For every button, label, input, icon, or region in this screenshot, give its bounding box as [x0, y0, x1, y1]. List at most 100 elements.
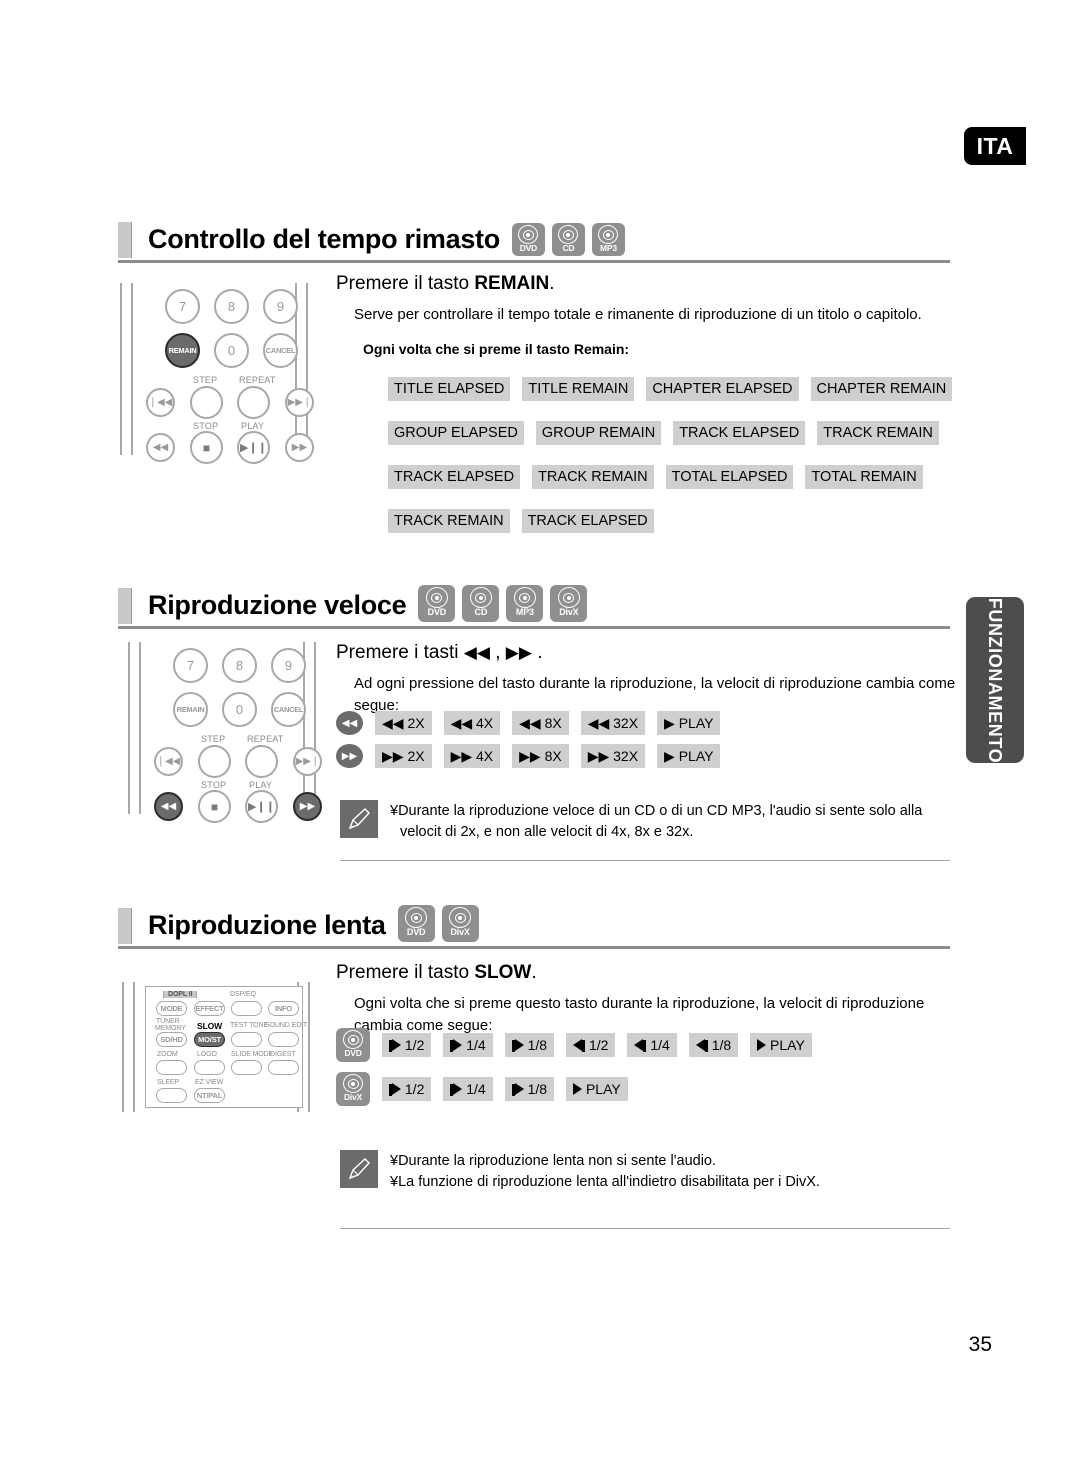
divx-disc-icon: DivX	[550, 585, 588, 622]
forward-button-icon: ▶▶	[336, 744, 363, 768]
button-sleep[interactable]	[156, 1088, 187, 1103]
key-remain[interactable]: REMAIN	[173, 692, 208, 727]
chip-group-remain: GROUP REMAIN	[535, 421, 662, 445]
chip-group-elapsed: GROUP ELAPSED	[388, 421, 524, 445]
button-sound-edit[interactable]	[268, 1032, 299, 1047]
key-rewind[interactable]: ◀◀	[146, 433, 175, 462]
slow-lead: Premere il tasto SLOW.	[336, 960, 956, 986]
section-slow-playback: Riproduzione lenta DVD DivX	[118, 898, 950, 949]
key-7[interactable]: 7	[173, 648, 208, 683]
label-memory: MEMORY	[155, 1025, 186, 1032]
chip-divx-slow-play: PLAY	[566, 1077, 628, 1101]
label-play: PLAY	[249, 780, 273, 790]
button-slide-mode[interactable]	[231, 1060, 262, 1075]
key-stop[interactable]: ■	[198, 790, 231, 823]
key-repeat[interactable]	[237, 386, 270, 419]
mp3-disc-icon: MP3	[591, 223, 625, 256]
chip-track-elapsed-2: TRACK ELAPSED	[388, 465, 521, 489]
key-next[interactable]: ▶▶❘	[293, 747, 322, 776]
chip-dvd-slow-rev-1-8: 1/8	[688, 1033, 739, 1057]
label-tuner: TUNER	[156, 1018, 180, 1025]
label-repeat: REPEAT	[239, 375, 276, 385]
key-8[interactable]: 8	[214, 289, 249, 324]
chip-divx-slow-fwd-1-8: 1/8	[504, 1077, 555, 1101]
chip-dvd-slow-fwd-1-8: 1/8	[504, 1033, 555, 1057]
remain-description: Serve per controllare il tempo totale e …	[354, 306, 922, 323]
key-play-pause[interactable]: ▶❙❙	[237, 431, 270, 464]
divx-disc-icon: DivX	[336, 1072, 370, 1106]
button-dspeq[interactable]	[231, 1001, 262, 1016]
button-logo[interactable]	[194, 1060, 225, 1075]
key-prev[interactable]: ❘◀◀	[154, 747, 183, 776]
key-cancel[interactable]: CANCEL	[263, 333, 298, 368]
section-divider	[118, 946, 950, 949]
label-step: STEP	[193, 375, 218, 385]
key-forward[interactable]: ▶▶	[293, 792, 322, 821]
disc-ring	[513, 587, 536, 608]
disc-label: DVD	[519, 243, 538, 253]
forward-glyph-inline: ▶▶	[505, 643, 532, 662]
table-row: TITLE ELAPSED TITLE REMAIN CHAPTER ELAPS…	[388, 377, 953, 401]
disc-icon-group: DVD DivX	[397, 905, 479, 944]
label-step: STEP	[201, 734, 226, 744]
remain-subhead: Ogni volta che si preme il tasto Remain:	[363, 341, 630, 357]
label-slow: SLOW	[197, 1021, 223, 1031]
button-test-tone[interactable]	[231, 1032, 262, 1047]
key-step[interactable]	[190, 386, 223, 419]
dolby-prologic-logo: DOPL II	[163, 991, 198, 998]
section-header: Riproduzione lenta DVD DivX	[118, 898, 950, 944]
button-effect[interactable]: EFFECT	[194, 1001, 225, 1016]
chip-title-elapsed: TITLE ELAPSED	[388, 377, 511, 401]
note-body: ¥Durante la riproduzione lenta non si se…	[390, 1150, 820, 1193]
key-cancel[interactable]: CANCEL	[271, 692, 306, 727]
disc-label: DivX	[450, 927, 470, 937]
remote-diagram-fast: 7 8 9 REMAIN 0 CANCEL STEP REPEAT ❘◀◀ ▶▶…	[128, 642, 322, 823]
button-digest[interactable]	[268, 1060, 299, 1075]
button-sdhd[interactable]: SD/HD	[156, 1032, 187, 1047]
note-line: ¥La funzione di riproduzione lenta all'i…	[390, 1174, 820, 1190]
key-rewind[interactable]: ◀◀	[154, 792, 183, 821]
key-prev[interactable]: ❘◀◀	[146, 388, 175, 417]
key-9[interactable]: 9	[263, 289, 298, 324]
disc-ring	[469, 587, 492, 608]
key-next[interactable]: ▶▶❘	[285, 388, 314, 417]
cd-disc-icon: CD	[551, 223, 585, 256]
remote-diagram-slow: DOPL II DSP/EQ MODE EFFECT INFO TUNER ME…	[122, 982, 310, 1112]
key-7[interactable]: 7	[165, 289, 200, 324]
chip-dvd-slow-fwd-1-2: 1/2	[382, 1033, 432, 1057]
disc-ring	[343, 1030, 363, 1049]
key-forward[interactable]: ▶▶	[285, 433, 314, 462]
note-slow-playback: ¥Durante la riproduzione lenta non si se…	[340, 1150, 950, 1193]
key-play-pause[interactable]: ▶❙❙	[245, 790, 278, 823]
slow-row-divx: DivX 1/2 1/4 1/8 PLAY	[336, 1072, 812, 1106]
key-stop[interactable]: ■	[190, 431, 223, 464]
chip-rewind-32x: ◀◀ 32X	[580, 711, 646, 735]
remote-edge-left	[122, 982, 135, 1112]
button-info[interactable]: INFO	[268, 1001, 299, 1016]
key-repeat[interactable]	[245, 745, 278, 778]
rewind-button-icon: ◀◀	[336, 711, 363, 735]
rewind-glyph-inline: ◀◀	[463, 643, 490, 662]
key-remain[interactable]: REMAIN	[165, 333, 200, 368]
button-slow-most[interactable]: MO/ST	[194, 1032, 225, 1047]
label-stop: STOP	[201, 780, 227, 790]
dvd-disc-icon: DVD	[511, 223, 545, 256]
key-9[interactable]: 9	[271, 648, 306, 683]
key-0[interactable]: 0	[222, 692, 257, 727]
pencil-icon	[340, 800, 378, 838]
key-8[interactable]: 8	[222, 648, 257, 683]
disc-label: DivX	[343, 1092, 363, 1102]
disc-label: CD	[474, 607, 488, 617]
page-title: Controllo del tempo rimasto	[148, 224, 500, 254]
key-step[interactable]	[198, 745, 231, 778]
button-mode[interactable]: MODE	[156, 1001, 187, 1016]
label-test-tone: TEST TONE	[230, 1022, 268, 1029]
label-digest: DIGEST	[270, 1051, 296, 1058]
slow-speed-table: DVD 1/2 1/4 1/8 1/2 1/4 1/8 PLAY DivX 1/…	[336, 1028, 812, 1106]
chip-dvd-slow-rev-1-2: 1/2	[566, 1033, 616, 1057]
key-0[interactable]: 0	[214, 333, 249, 368]
button-zoom[interactable]	[156, 1060, 187, 1075]
section-accent-bar	[118, 908, 132, 944]
button-ntpal[interactable]: NT/PAL	[194, 1088, 225, 1103]
label-slide-mode: SLIDE MODE	[231, 1051, 274, 1058]
